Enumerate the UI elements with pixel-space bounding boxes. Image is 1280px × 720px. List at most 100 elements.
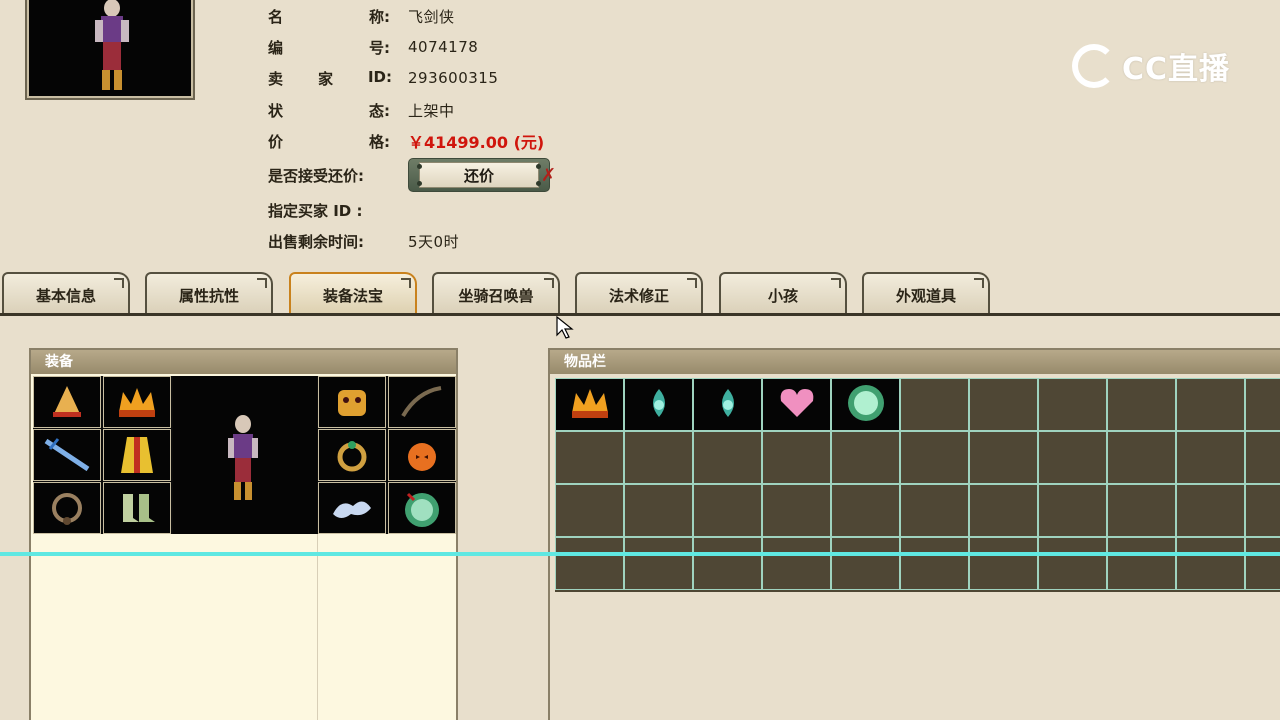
pin-icon xyxy=(417,181,422,186)
inventory-cell[interactable] xyxy=(693,378,762,431)
teal-gem-icon xyxy=(708,383,748,427)
inventory-cell[interactable] xyxy=(1245,378,1280,431)
inventory-cell[interactable] xyxy=(762,378,831,431)
inventory-cell[interactable] xyxy=(831,484,900,537)
tab-spell-mods[interactable]: 法术修正 xyxy=(575,272,703,316)
inventory-cell[interactable] xyxy=(624,537,693,590)
character-figure-icon xyxy=(228,415,258,500)
equip-slot[interactable] xyxy=(388,376,456,428)
inventory-cell[interactable] xyxy=(1107,484,1176,537)
inventory-cell[interactable] xyxy=(1107,431,1176,484)
inventory-cell[interactable] xyxy=(1245,537,1280,590)
equipment-panel: 装备 xyxy=(29,348,458,720)
seller-value: 293600315 xyxy=(408,69,499,87)
inventory-cell[interactable] xyxy=(624,484,693,537)
inventory-cell[interactable] xyxy=(831,431,900,484)
inventory-cell[interactable] xyxy=(762,484,831,537)
cc-live-logo: CC直播 xyxy=(1072,44,1230,88)
inventory-cell[interactable] xyxy=(969,484,1038,537)
pumpkin-icon xyxy=(408,443,436,471)
inventory-grid xyxy=(555,378,1280,592)
tab-basic-info[interactable]: 基本信息 xyxy=(2,272,130,316)
inventory-cell[interactable] xyxy=(693,484,762,537)
tab-equipment[interactable]: 装备法宝 xyxy=(289,272,417,316)
equipment-divider xyxy=(317,534,318,720)
inventory-cell[interactable] xyxy=(1176,537,1245,590)
inventory-cell[interactable] xyxy=(693,431,762,484)
inventory-cell[interactable] xyxy=(1038,537,1107,590)
equip-slot[interactable] xyxy=(33,376,101,428)
inventory-cell[interactable] xyxy=(900,484,969,537)
inventory-cell[interactable] xyxy=(693,537,762,590)
close-x-icon[interactable]: ✗ xyxy=(541,165,556,186)
name-value: 飞剑侠 xyxy=(408,7,455,26)
tab-mounts-pets[interactable]: 坐骑召唤兽 xyxy=(432,272,560,316)
crown-icon xyxy=(119,388,155,417)
status-value: 上架中 xyxy=(408,101,455,120)
pin-icon xyxy=(417,164,422,169)
inventory-cell[interactable] xyxy=(1176,378,1245,431)
inventory-cell[interactable] xyxy=(900,431,969,484)
mouse-cursor-icon xyxy=(556,316,574,339)
equip-slot[interactable] xyxy=(318,429,386,481)
equip-slot[interactable] xyxy=(103,482,171,534)
equip-slot[interactable] xyxy=(318,482,386,534)
time-row: 出售剩余时间: 5天0时 xyxy=(268,232,460,251)
inventory-cell[interactable] xyxy=(762,431,831,484)
inventory-cell[interactable] xyxy=(1245,484,1280,537)
inventory-cell[interactable] xyxy=(624,431,693,484)
inventory-cell[interactable] xyxy=(969,537,1038,590)
inventory-cell[interactable] xyxy=(1176,431,1245,484)
id-value: 4074178 xyxy=(408,38,479,56)
tab-bar: 基本信息 属性抗性 装备法宝 坐骑召唤兽 法术修正 小孩 外观道具 xyxy=(0,270,1280,316)
equipment-character-view xyxy=(173,376,317,534)
inventory-cell[interactable] xyxy=(555,431,624,484)
inventory-cell[interactable] xyxy=(1038,431,1107,484)
time-value: 5天0时 xyxy=(408,232,460,251)
equip-slot[interactable] xyxy=(318,376,386,428)
inventory-cell[interactable] xyxy=(762,537,831,590)
inventory-cell[interactable] xyxy=(969,378,1038,431)
inventory-cell[interactable] xyxy=(1038,378,1107,431)
equip-slot[interactable] xyxy=(33,482,101,534)
tab-child[interactable]: 小孩 xyxy=(719,272,847,316)
equip-slot[interactable] xyxy=(103,429,171,481)
inventory-cell[interactable] xyxy=(831,537,900,590)
id-row: 编号: 4074178 xyxy=(268,38,479,57)
necklace-icon xyxy=(52,493,82,525)
tab-divider xyxy=(0,313,1280,316)
inventory-cell[interactable] xyxy=(1107,378,1176,431)
inventory-cell[interactable] xyxy=(1107,537,1176,590)
teal-gem-icon xyxy=(639,383,679,427)
name-row: 名称: 飞剑侠 xyxy=(268,7,455,26)
cloud-icon xyxy=(333,501,371,518)
inventory-cell[interactable] xyxy=(900,537,969,590)
inventory-cell[interactable] xyxy=(624,378,693,431)
orb-icon xyxy=(405,492,439,527)
tab-appearance[interactable]: 外观道具 xyxy=(862,272,990,316)
inventory-cell[interactable] xyxy=(1038,484,1107,537)
equip-slot[interactable] xyxy=(33,429,101,481)
pink-heart-icon xyxy=(775,383,819,427)
logo-text: CC直播 xyxy=(1122,52,1231,87)
inventory-cell[interactable] xyxy=(555,537,624,590)
scan-line xyxy=(0,552,1280,556)
equip-slot[interactable] xyxy=(103,376,171,428)
ring-icon xyxy=(337,441,367,472)
tab-attributes[interactable]: 属性抗性 xyxy=(145,272,273,316)
inventory-panel: 物品栏 xyxy=(548,348,1280,720)
inventory-cell[interactable] xyxy=(1176,484,1245,537)
equip-slot[interactable] xyxy=(388,482,456,534)
inventory-cell[interactable] xyxy=(555,484,624,537)
inventory-cell[interactable] xyxy=(555,378,624,431)
seller-row: 卖 家 ID: 293600315 xyxy=(268,67,499,88)
inventory-cell[interactable] xyxy=(831,378,900,431)
inventory-cell[interactable] xyxy=(900,378,969,431)
crown-icon xyxy=(568,383,612,427)
inventory-cell[interactable] xyxy=(969,431,1038,484)
counter-offer-row: 是否接受还价: xyxy=(268,166,364,185)
equip-slot[interactable] xyxy=(388,429,456,481)
inventory-cell[interactable] xyxy=(1245,431,1280,484)
counter-offer-button[interactable]: 还价 xyxy=(408,158,550,192)
sword-icon xyxy=(44,438,90,472)
